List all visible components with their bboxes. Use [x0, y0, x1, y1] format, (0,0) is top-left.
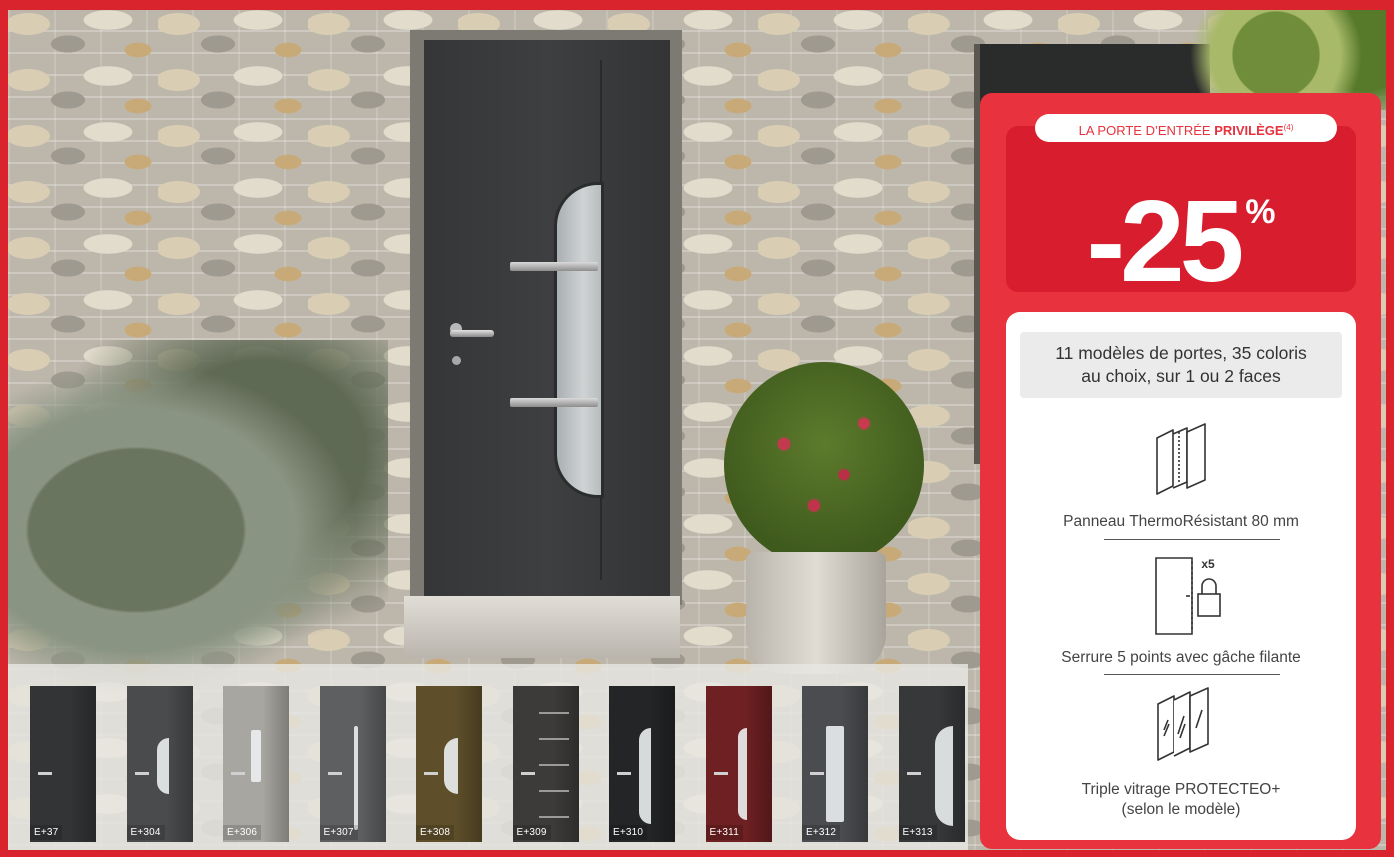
model-glass [156, 738, 169, 794]
model-glass [444, 738, 458, 794]
feature-glazing-text-2: (selon le modèle) [1121, 801, 1241, 818]
model-insert-line [538, 738, 569, 740]
promo-label-bold: PRIVILÈGE [1214, 123, 1284, 138]
model-code: E+307 [319, 825, 358, 840]
model-thumbnail: E+309 [512, 686, 579, 842]
features-headline-line2: au choix, sur 1 ou 2 faces [1081, 366, 1281, 386]
lock-points-badge: x5 [1201, 557, 1215, 571]
model-glass [639, 728, 651, 824]
model-thumbnails: E+37 E+304 E+306 E+307 E+308 E+309 E+310 E+311 E… [30, 686, 970, 844]
feature-lock-text: Serrure 5 points avec gâche filante [1061, 649, 1301, 666]
door-glass [554, 182, 604, 498]
discount-value: -25 [1086, 176, 1245, 306]
model-insert-line [538, 712, 569, 714]
model-insert-line [538, 816, 569, 818]
model-code: E+308 [416, 825, 455, 840]
model-thumbnail: E+37 [30, 686, 96, 842]
model-glass [934, 726, 953, 826]
model-handle [713, 772, 728, 775]
feature-glazing-text-1: Triple vitrage PROTECTEO+ [1081, 781, 1281, 798]
model-handle [617, 772, 631, 775]
model-handle [38, 772, 52, 775]
discount: -25% [1006, 152, 1356, 301]
feature-panel-text: Panneau ThermoRésistant 80 mm [1063, 513, 1299, 530]
model-code: E+304 [126, 825, 165, 840]
divider [1104, 674, 1280, 675]
door-bar [510, 398, 598, 407]
model-thumbnail: E+308 [416, 686, 482, 842]
model-glass [737, 728, 747, 820]
door-bar [510, 262, 598, 271]
model-thumbnail: E+304 [126, 686, 193, 842]
model-code: E+306 [223, 825, 262, 840]
model-thumbnail: E+313 [898, 686, 965, 842]
model-thumbnail: E+307 [319, 686, 386, 842]
promo-label-prefix: LA PORTE D’ENTRÉE [1078, 123, 1211, 138]
model-insert-line [538, 764, 569, 766]
model-handle [424, 772, 438, 775]
promo-label: LA PORTE D’ENTRÉE PRIVILÈGE(4) [1035, 114, 1337, 142]
discount-box: -25% [1006, 126, 1356, 301]
triple-glazing-icon [1157, 687, 1209, 761]
model-code: E+37 [30, 825, 63, 840]
model-thumbnail: E+306 [223, 686, 289, 842]
model-thumbnail: E+312 [802, 686, 868, 842]
model-code: E+311 [705, 825, 743, 840]
model-glass [251, 730, 261, 782]
features-card: 11 modèles de portes, 35 coloris au choi… [1006, 312, 1356, 840]
potted-shrub [724, 362, 924, 567]
door-lock [452, 356, 461, 365]
front-door [424, 40, 670, 602]
features-headline: 11 modèles de portes, 35 coloris au choi… [1020, 332, 1342, 398]
promo-label-note: (4) [1283, 123, 1294, 132]
model-insert-line [538, 790, 569, 792]
model-handle [327, 772, 342, 775]
bush [8, 340, 388, 720]
model-handle [810, 772, 824, 775]
model-thumbnail: E+311 [705, 686, 772, 842]
door-step [404, 596, 680, 658]
model-handle [520, 772, 535, 775]
planter-pot [746, 552, 886, 674]
features-headline-line1: 11 modèles de portes, 35 coloris [1055, 343, 1307, 363]
model-glass [353, 726, 358, 830]
model-thumbnail: E+310 [609, 686, 675, 842]
padlock-icon: x5 [1155, 557, 1221, 635]
model-code: E+309 [512, 825, 551, 840]
model-handle [134, 772, 149, 775]
model-code: E+310 [609, 825, 648, 840]
panel-layers-icon [1156, 423, 1206, 495]
model-handle [231, 772, 245, 775]
divider [1104, 539, 1280, 540]
model-handle [906, 772, 921, 775]
model-code: E+312 [802, 825, 841, 840]
door-handle [450, 330, 494, 337]
model-glass [826, 726, 844, 822]
model-code: E+313 [898, 825, 937, 840]
discount-unit: % [1245, 193, 1276, 231]
